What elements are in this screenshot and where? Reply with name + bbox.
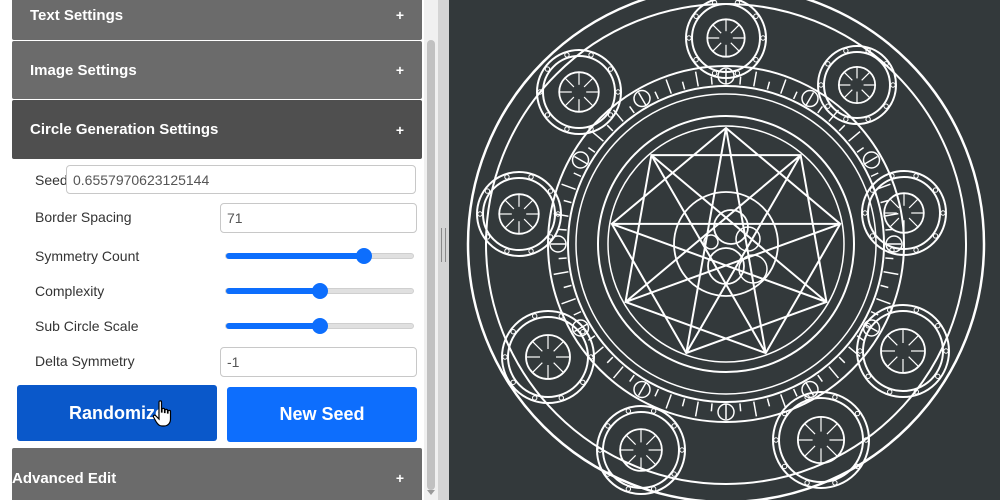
slider-thumb[interactable] — [356, 248, 373, 264]
complexity-slider[interactable] — [225, 283, 414, 299]
panel-scrollbar[interactable] — [424, 0, 438, 500]
settings-panel: Text Settings + Image Settings + Circle … — [0, 0, 424, 500]
advanced-edit-header[interactable]: Advanced Edit + — [12, 448, 422, 500]
new-seed-button[interactable]: New Seed — [227, 387, 417, 442]
complexity-label: Complexity — [35, 283, 105, 299]
symmetry-count-label: Symmetry Count — [35, 248, 140, 264]
panel-splitter[interactable] — [438, 0, 449, 500]
seed-input[interactable] — [66, 165, 416, 194]
magic-circle-icon — [466, 0, 986, 500]
randomize-button[interactable]: Randomize — [17, 385, 217, 441]
image-settings-label: Image Settings — [30, 61, 137, 79]
slider-thumb[interactable] — [311, 318, 328, 334]
scrollbar-thumb[interactable] — [427, 40, 435, 490]
border-spacing-input[interactable] — [220, 203, 417, 233]
seed-label: Seed — [35, 172, 68, 188]
image-settings-header[interactable]: Image Settings + — [12, 41, 422, 99]
border-spacing-label: Border Spacing — [35, 209, 132, 225]
scroll-down-arrow-icon[interactable] — [427, 490, 435, 495]
slider-fill — [226, 323, 320, 329]
slider-fill — [226, 253, 365, 259]
delta-symmetry-input[interactable] — [220, 347, 417, 377]
expand-plus-icon: + — [395, 7, 404, 23]
expand-plus-icon: + — [395, 62, 404, 78]
delta-symmetry-label: Delta Symmetry — [35, 353, 135, 369]
advanced-edit-label: Advanced Edit — [12, 470, 117, 487]
slider-thumb[interactable] — [311, 283, 328, 299]
text-settings-header[interactable]: Text Settings + — [12, 0, 422, 40]
magic-circle-canvas[interactable] — [449, 0, 1000, 500]
circle-generation-settings-label: Circle Generation Settings — [30, 121, 219, 138]
expand-plus-icon: + — [395, 470, 404, 486]
sub-circle-scale-slider[interactable] — [225, 318, 414, 334]
expand-plus-icon: + — [395, 121, 404, 138]
slider-fill — [226, 288, 320, 294]
hand-pointer-icon — [152, 400, 172, 427]
sub-circle-scale-label: Sub Circle Scale — [35, 318, 139, 334]
symmetry-count-slider[interactable] — [225, 248, 414, 264]
splitter-grip-icon[interactable] — [441, 228, 446, 262]
circle-generation-settings-header[interactable]: Circle Generation Settings + — [12, 100, 422, 159]
text-settings-label: Text Settings — [30, 6, 124, 24]
